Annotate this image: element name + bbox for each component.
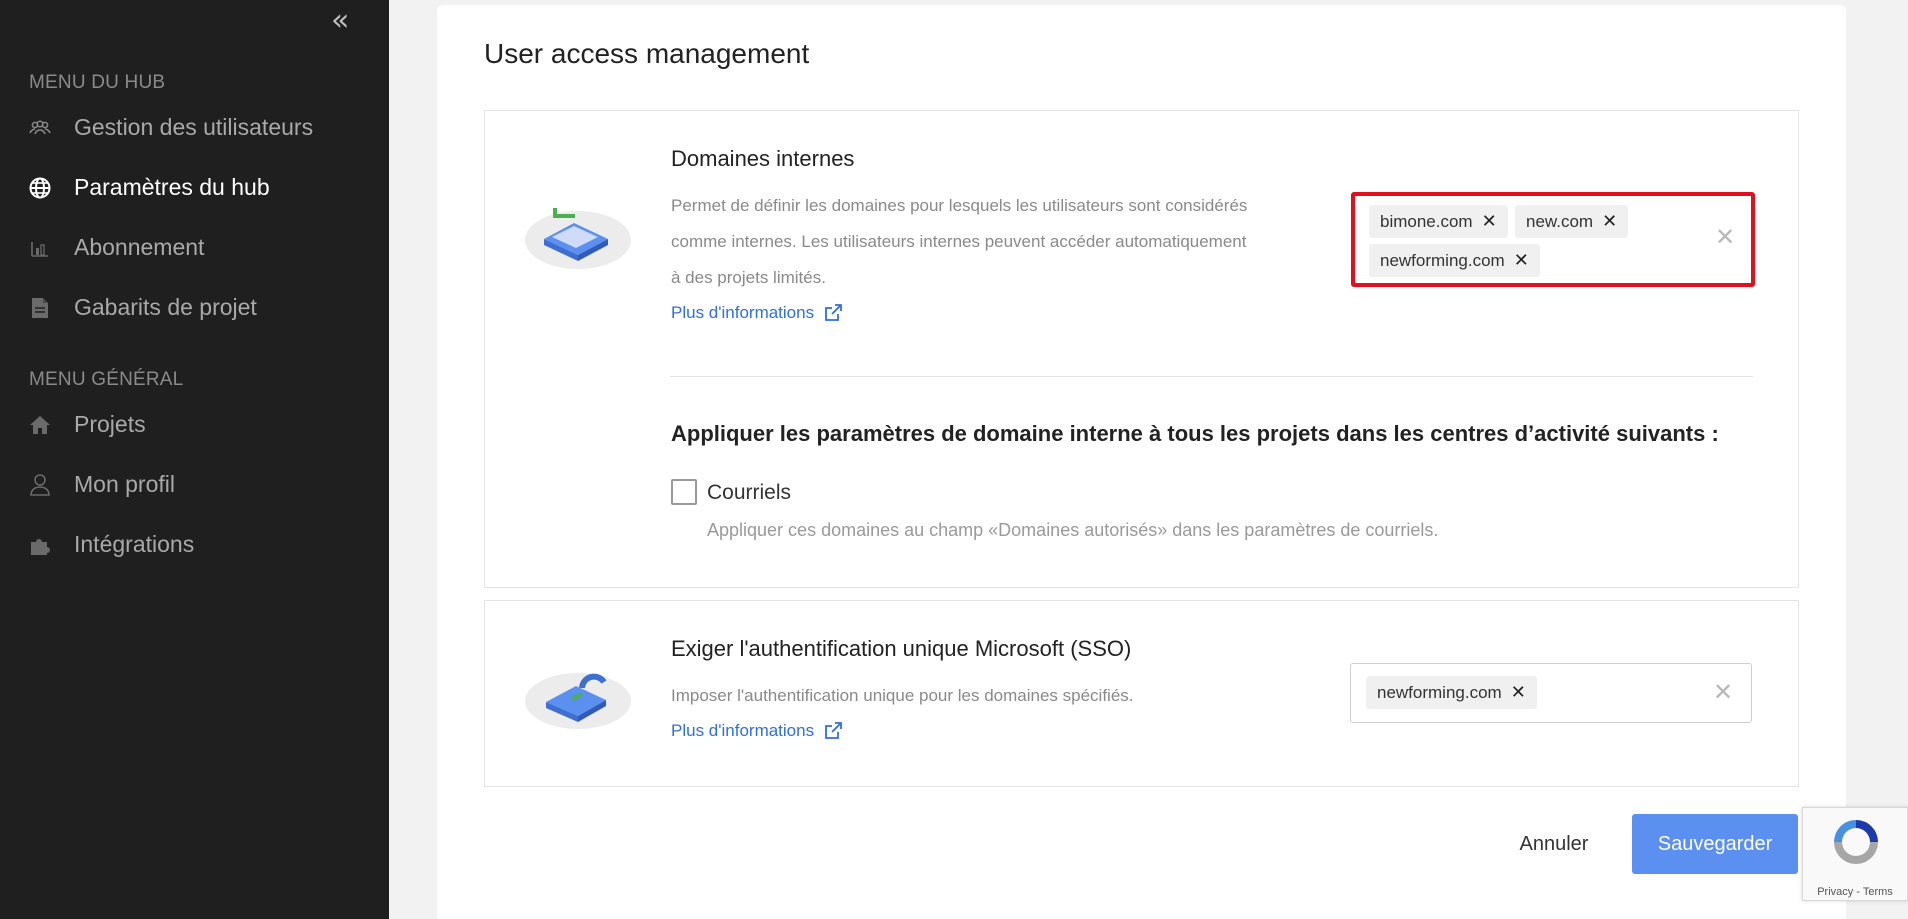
sidebar-item-hub-settings[interactable]: Paramètres du hub (29, 174, 270, 201)
internal-domains-input[interactable]: bimone.com ✕ new.com ✕ newforming.com ✕ … (1351, 192, 1755, 287)
domain-tag: newforming.com ✕ (1366, 676, 1537, 709)
sidebar-item-users[interactable]: Gestion des utilisateurs (29, 114, 313, 141)
cancel-button[interactable]: Annuler (1499, 815, 1609, 873)
lock-illustration-icon (524, 666, 632, 735)
chart-icon (29, 236, 51, 260)
sidebar-item-integrations[interactable]: Intégrations (29, 531, 194, 558)
sso-domains-input[interactable]: newforming.com ✕ ✕ (1350, 663, 1752, 723)
more-info-label: Plus d'informations (671, 303, 815, 322)
sidebar-item-profile[interactable]: Mon profil (29, 471, 175, 498)
collapse-sidebar-icon[interactable]: « (331, 6, 349, 36)
page-title: User access management (484, 38, 810, 69)
domain-tag-label: newforming.com (1380, 250, 1505, 270)
recaptcha-icon (1830, 816, 1882, 873)
domain-tag: new.com ✕ (1515, 205, 1629, 238)
general-menu-title: MENU GÉNÉRAL (29, 369, 184, 390)
hub-menu-title: MENU DU HUB (29, 72, 166, 93)
emails-checkbox[interactable] (671, 479, 697, 505)
sidebar-item-label: Abonnement (74, 234, 205, 260)
sidebar-item-subscription[interactable]: Abonnement (29, 234, 204, 261)
sidebar-item-label: Intégrations (74, 531, 195, 557)
sso-description: Imposer l'authentification unique pour l… (671, 686, 1134, 705)
remove-tag-icon[interactable]: ✕ (1602, 211, 1617, 232)
internal-domains-description: Permet de définir les domaines pour lesq… (671, 188, 1247, 296)
sidebar-item-label: Mon profil (74, 471, 175, 497)
recaptcha-terms[interactable]: Privacy - Terms (1803, 886, 1907, 898)
description-line: Permet de définir les domaines pour lesq… (671, 196, 1248, 215)
sso-more-info-link[interactable]: Plus d'informations (671, 721, 842, 741)
section-divider (670, 376, 1753, 377)
domain-tag: bimone.com ✕ (1369, 205, 1508, 238)
puzzle-icon (29, 533, 51, 557)
external-link-icon (824, 722, 842, 740)
description-line: à des projets limités. (671, 268, 826, 287)
description-line: comme internes. Les utilisateurs interne… (671, 232, 1247, 251)
user-icon (29, 473, 51, 497)
domain-tag-label: newforming.com (1377, 682, 1502, 702)
internal-domains-title: Domaines internes (671, 146, 855, 171)
apply-settings-title: Appliquer les paramètres de domaine inte… (671, 421, 1719, 446)
sidebar-item-label: Gabarits de projet (74, 294, 257, 320)
globe-icon (29, 176, 51, 200)
remove-tag-icon[interactable]: ✕ (1482, 211, 1497, 232)
internal-domains-section (484, 110, 1799, 588)
emails-checkbox-help: Appliquer ces domaines au champ «Domaine… (707, 520, 1439, 540)
external-link-icon (824, 304, 842, 322)
internal-domains-more-info-link[interactable]: Plus d'informations (671, 303, 842, 323)
remove-tag-icon[interactable]: ✕ (1514, 250, 1529, 271)
sidebar: « MENU DU HUB Gestion des utilisateurs P… (0, 0, 389, 919)
sso-title: Exiger l'authentification unique Microso… (671, 636, 1132, 661)
sidebar-item-label: Paramètres du hub (74, 174, 270, 200)
sidebar-item-projects[interactable]: Projets (29, 411, 146, 438)
save-button[interactable]: Sauvegarder (1632, 814, 1798, 874)
domain-illustration-icon (524, 205, 632, 276)
users-icon (29, 116, 51, 140)
sidebar-item-label: Gestion des utilisateurs (74, 114, 314, 140)
home-icon (29, 413, 51, 437)
clear-all-icon[interactable]: ✕ (1715, 223, 1735, 251)
sidebar-item-label: Projets (74, 411, 146, 437)
more-info-label: Plus d'informations (671, 721, 815, 740)
recaptcha-badge[interactable]: Privacy - Terms (1802, 807, 1908, 901)
remove-tag-icon[interactable]: ✕ (1511, 682, 1526, 703)
sidebar-item-project-templates[interactable]: Gabarits de projet (29, 294, 257, 321)
emails-checkbox-label[interactable]: Courriels (707, 481, 791, 505)
document-icon (29, 296, 51, 320)
domain-tag: newforming.com ✕ (1369, 244, 1540, 277)
clear-all-icon[interactable]: ✕ (1713, 678, 1733, 706)
domain-tag-label: bimone.com (1380, 211, 1473, 231)
domain-tag-label: new.com (1526, 211, 1594, 231)
